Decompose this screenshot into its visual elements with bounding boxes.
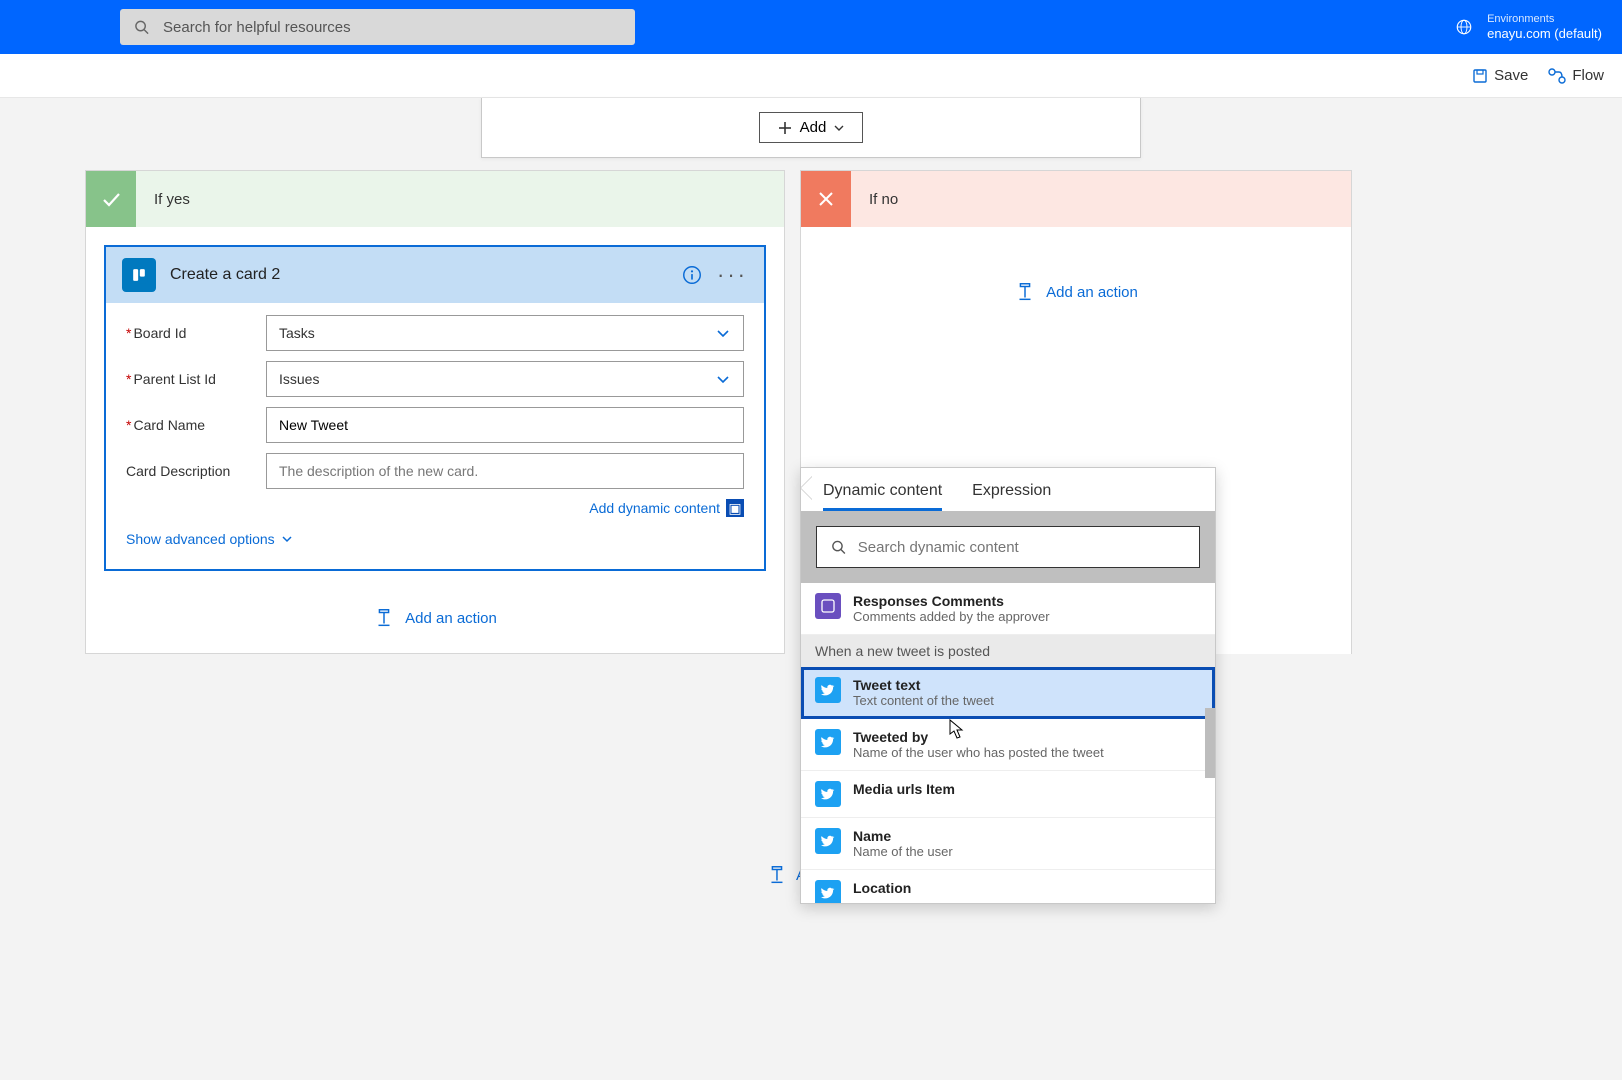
carddesc-label: Card Description xyxy=(126,463,266,479)
save-icon xyxy=(1472,68,1488,84)
close-icon xyxy=(801,171,851,227)
dynamic-item-location[interactable]: Location xyxy=(801,870,1215,903)
save-label: Save xyxy=(1494,67,1528,84)
flow-label: Flow xyxy=(1572,67,1604,84)
environment-label: Environments xyxy=(1487,13,1602,26)
add-action-icon xyxy=(766,864,788,886)
twitter-icon xyxy=(815,880,841,903)
approvals-icon xyxy=(815,593,841,619)
search-icon xyxy=(831,539,846,555)
trello-icon xyxy=(122,258,156,292)
trello-create-card-step: Create a card 2 ··· Board Id Tasks Paren… xyxy=(104,245,766,571)
search-icon xyxy=(134,19,149,35)
branch-if-yes: If yes Create a card 2 ··· Board Id xyxy=(85,170,785,654)
boardid-value: Tasks xyxy=(279,325,315,341)
cardname-field[interactable] xyxy=(279,417,731,433)
chevron-down-icon xyxy=(834,123,844,133)
tab-dynamic-content[interactable]: Dynamic content xyxy=(823,482,942,511)
cardname-label: Card Name xyxy=(126,417,266,433)
boardid-select[interactable]: Tasks xyxy=(266,315,744,351)
parentlist-value: Issues xyxy=(279,371,319,387)
item-title: Responses Comments xyxy=(853,593,1050,609)
item-desc: Name of the user who has posted the twee… xyxy=(853,745,1104,760)
check-icon xyxy=(86,171,136,227)
add-action-no[interactable]: Add an action xyxy=(801,281,1351,303)
twitter-icon xyxy=(815,729,841,755)
branch-no-header[interactable]: If no xyxy=(801,171,1351,227)
dynamic-content-toggle-icon: ▣ xyxy=(726,499,744,517)
item-title: Tweet text xyxy=(853,677,994,693)
branch-no-title: If no xyxy=(869,191,898,208)
dynamic-content-label: Add dynamic content xyxy=(589,500,720,516)
flow-icon xyxy=(1548,68,1566,84)
environment-picker[interactable]: Environments enayu.com (default) xyxy=(1487,13,1602,42)
search-input[interactable] xyxy=(163,19,621,36)
plus-icon xyxy=(778,121,792,135)
add-action-icon xyxy=(1014,281,1036,303)
branch-yes-header[interactable]: If yes xyxy=(86,171,784,227)
dynamic-search-input[interactable] xyxy=(858,539,1185,556)
item-title: Location xyxy=(853,880,911,896)
add-condition-button[interactable]: Add xyxy=(759,112,864,143)
header-search[interactable] xyxy=(120,9,635,45)
parentlist-select[interactable]: Issues xyxy=(266,361,744,397)
dynamic-search[interactable] xyxy=(816,526,1200,568)
twitter-icon xyxy=(815,677,841,703)
add-action-no-label: Add an action xyxy=(1046,284,1138,301)
show-advanced-link[interactable]: Show advanced options xyxy=(126,531,744,547)
item-desc: Comments added by the approver xyxy=(853,609,1050,624)
add-label: Add xyxy=(800,119,827,136)
dynamic-item-tweet-text[interactable]: Tweet text Text content of the tweet xyxy=(801,667,1215,719)
card-header[interactable]: Create a card 2 ··· xyxy=(106,247,764,303)
save-button[interactable]: Save xyxy=(1472,67,1528,84)
item-desc: Name of the user xyxy=(853,844,953,859)
tab-expression[interactable]: Expression xyxy=(972,482,1051,511)
environment-icon xyxy=(1455,18,1473,36)
dynamic-item-name[interactable]: Name Name of the user xyxy=(801,818,1215,870)
add-action-icon xyxy=(373,607,395,629)
flow-checker-button[interactable]: Flow xyxy=(1548,67,1604,84)
chevron-down-icon xyxy=(715,371,731,387)
cardname-input[interactable] xyxy=(266,407,744,443)
chevron-down-icon xyxy=(715,325,731,341)
dynamic-group-header: When a new tweet is posted xyxy=(801,635,1215,667)
twitter-icon xyxy=(815,828,841,854)
info-icon[interactable] xyxy=(681,264,703,286)
dynamic-content-list[interactable]: Responses Comments Comments added by the… xyxy=(801,583,1215,903)
card-menu-button[interactable]: ··· xyxy=(717,262,748,288)
card-title: Create a card 2 xyxy=(170,266,667,284)
advanced-label: Show advanced options xyxy=(126,531,275,547)
dynamic-item-media-urls[interactable]: Media urls Item xyxy=(801,771,1215,818)
add-action-yes[interactable]: Add an action xyxy=(86,607,784,629)
dynamic-content-panel: Dynamic content Expression Responses Com… xyxy=(800,467,1216,904)
dynamic-item-responses-comments[interactable]: Responses Comments Comments added by the… xyxy=(801,583,1215,635)
carddesc-input[interactable] xyxy=(266,453,744,489)
carddesc-field[interactable] xyxy=(279,463,731,479)
item-title: Name xyxy=(853,828,953,844)
boardid-label: Board Id xyxy=(126,325,266,341)
dynamic-item-tweeted-by[interactable]: Tweeted by Name of the user who has post… xyxy=(801,719,1215,771)
item-title: Media urls Item xyxy=(853,781,955,797)
chevron-down-icon xyxy=(281,533,293,545)
parentlist-label: Parent List Id xyxy=(126,371,266,387)
add-action-label: Add an action xyxy=(405,610,497,627)
item-title: Tweeted by xyxy=(853,729,1104,745)
scrollbar-thumb[interactable] xyxy=(1205,708,1215,778)
item-desc: Text content of the tweet xyxy=(853,693,994,708)
condition-add-row: Add xyxy=(481,98,1141,158)
add-dynamic-content-link[interactable]: Add dynamic content ▣ xyxy=(126,499,744,517)
branch-yes-title: If yes xyxy=(154,191,190,208)
environment-name: enayu.com (default) xyxy=(1487,26,1602,42)
twitter-icon xyxy=(815,781,841,807)
